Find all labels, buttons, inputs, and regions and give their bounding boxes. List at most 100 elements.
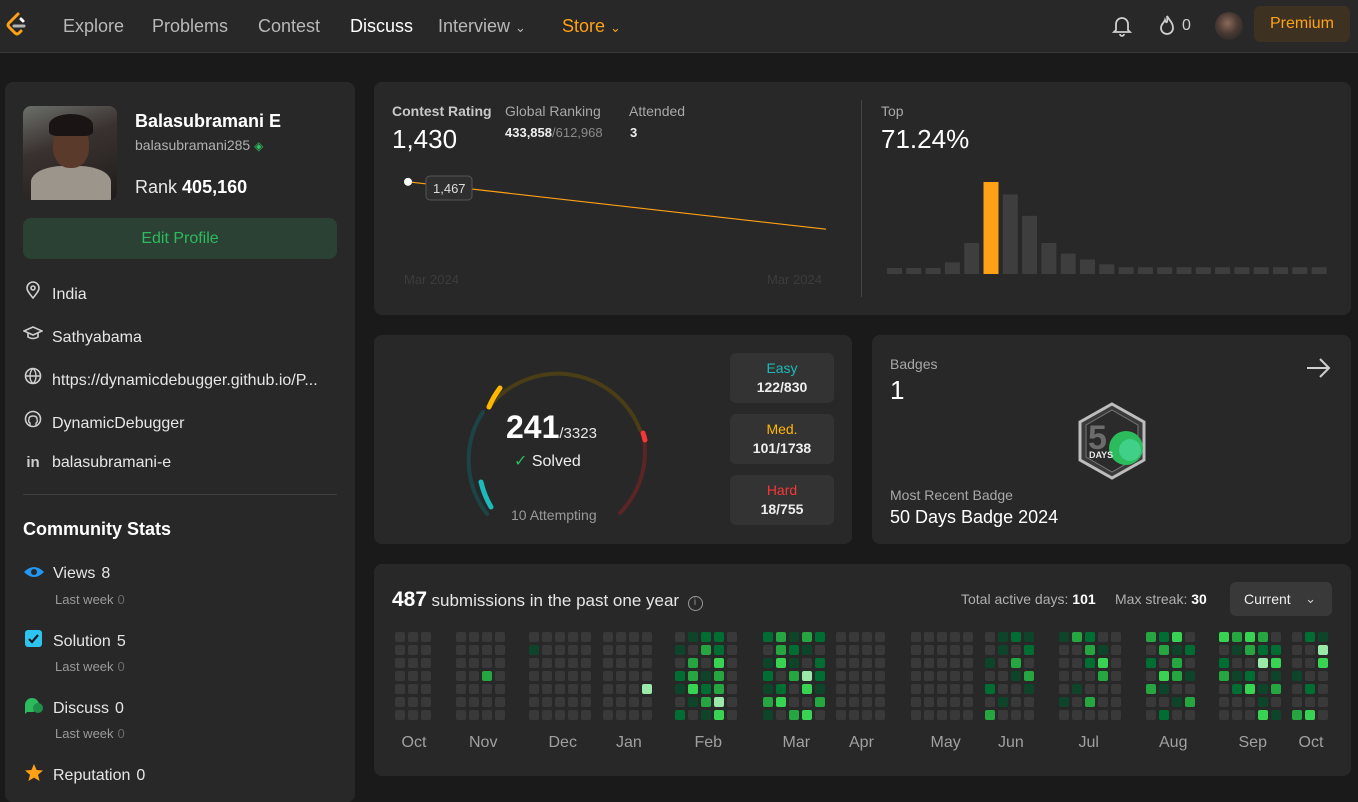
badge-50-days-icon[interactable]: 5 DAYS bbox=[1072, 400, 1152, 484]
heatmap-cell[interactable] bbox=[1318, 671, 1328, 681]
heatmap-cell[interactable] bbox=[776, 697, 786, 707]
heatmap-cell[interactable] bbox=[776, 658, 786, 668]
heatmap-cell[interactable] bbox=[937, 658, 947, 668]
heatmap-cell[interactable] bbox=[911, 697, 921, 707]
histogram-bar[interactable] bbox=[1080, 259, 1095, 274]
heatmap-cell[interactable] bbox=[701, 710, 711, 720]
heatmap-cell[interactable] bbox=[1098, 658, 1108, 668]
heatmap-cell[interactable] bbox=[849, 645, 859, 655]
heatmap-cell[interactable] bbox=[1024, 710, 1034, 720]
heatmap-cell[interactable] bbox=[688, 645, 698, 655]
heatmap-cell[interactable] bbox=[603, 684, 613, 694]
heatmap-cell[interactable] bbox=[1258, 697, 1268, 707]
heatmap-cell[interactable] bbox=[963, 684, 973, 694]
heatmap-cell[interactable] bbox=[849, 671, 859, 681]
heatmap-cell[interactable] bbox=[862, 671, 872, 681]
heatmap-cell[interactable] bbox=[1172, 697, 1182, 707]
heatmap-cell[interactable] bbox=[727, 671, 737, 681]
heatmap-cell[interactable] bbox=[1318, 658, 1328, 668]
heatmap-cell[interactable] bbox=[603, 632, 613, 642]
heatmap-cell[interactable] bbox=[1085, 645, 1095, 655]
heatmap-cell[interactable] bbox=[701, 697, 711, 707]
heatmap-cell[interactable] bbox=[603, 710, 613, 720]
heatmap-cell[interactable] bbox=[1085, 684, 1095, 694]
heatmap-cell[interactable] bbox=[395, 658, 405, 668]
heatmap-cell[interactable] bbox=[1219, 632, 1229, 642]
heatmap-cell[interactable] bbox=[1318, 645, 1328, 655]
heatmap-cell[interactable] bbox=[421, 671, 431, 681]
heatmap-cell[interactable] bbox=[1098, 684, 1108, 694]
heatmap-cell[interactable] bbox=[763, 710, 773, 720]
heatmap-cell[interactable] bbox=[1245, 710, 1255, 720]
heatmap-cell[interactable] bbox=[1072, 645, 1082, 655]
heatmap-cell[interactable] bbox=[1305, 671, 1315, 681]
heatmap-cell[interactable] bbox=[1111, 697, 1121, 707]
heatmap-cell[interactable] bbox=[542, 684, 552, 694]
heatmap-cell[interactable] bbox=[875, 658, 885, 668]
heatmap-cell[interactable] bbox=[408, 684, 418, 694]
heatmap-cell[interactable] bbox=[849, 710, 859, 720]
heatmap-cell[interactable] bbox=[875, 645, 885, 655]
heatmap-cell[interactable] bbox=[1219, 645, 1229, 655]
heatmap-cell[interactable] bbox=[629, 684, 639, 694]
histogram-bar[interactable] bbox=[1022, 215, 1038, 274]
website-link[interactable]: https://dynamicdebugger.github.io/P... bbox=[52, 372, 318, 389]
heatmap-cell[interactable] bbox=[581, 671, 591, 681]
heatmap-cell[interactable] bbox=[1111, 710, 1121, 720]
heatmap-cell[interactable] bbox=[1024, 671, 1034, 681]
heatmap-cell[interactable] bbox=[998, 658, 1008, 668]
edit-profile-button[interactable]: Edit Profile bbox=[23, 218, 337, 259]
heatmap-cell[interactable] bbox=[675, 645, 685, 655]
heatmap-cell[interactable] bbox=[1072, 684, 1082, 694]
heatmap-cell[interactable] bbox=[568, 710, 578, 720]
heatmap-cell[interactable] bbox=[688, 710, 698, 720]
heatmap-cell[interactable] bbox=[789, 645, 799, 655]
heatmap-cell[interactable] bbox=[675, 697, 685, 707]
heatmap-cell[interactable] bbox=[1159, 684, 1169, 694]
heatmap-cell[interactable] bbox=[1098, 710, 1108, 720]
heatmap-cell[interactable] bbox=[408, 697, 418, 707]
heatmap-cell[interactable] bbox=[568, 632, 578, 642]
heatmap-cell[interactable] bbox=[1258, 671, 1268, 681]
heatmap-cell[interactable] bbox=[1011, 671, 1021, 681]
heatmap-cell[interactable] bbox=[836, 710, 846, 720]
heatmap-cell[interactable] bbox=[998, 697, 1008, 707]
heatmap-cell[interactable] bbox=[1059, 632, 1069, 642]
heatmap-cell[interactable] bbox=[675, 658, 685, 668]
heatmap-cell[interactable] bbox=[1011, 684, 1021, 694]
heatmap-cell[interactable] bbox=[581, 697, 591, 707]
heatmap-cell[interactable] bbox=[629, 658, 639, 668]
rating-histogram[interactable] bbox=[884, 182, 1334, 294]
heatmap-cell[interactable] bbox=[985, 645, 995, 655]
linkedin-link[interactable]: balasubramani-e bbox=[52, 454, 171, 471]
heatmap-cell[interactable] bbox=[1172, 632, 1182, 642]
heatmap-cell[interactable] bbox=[456, 684, 466, 694]
heatmap-cell[interactable] bbox=[1072, 697, 1082, 707]
heatmap-cell[interactable] bbox=[815, 710, 825, 720]
heatmap-cell[interactable] bbox=[1318, 710, 1328, 720]
heatmap-cell[interactable] bbox=[963, 632, 973, 642]
heatmap-cell[interactable] bbox=[529, 671, 539, 681]
heatmap-cell[interactable] bbox=[701, 632, 711, 642]
heatmap-cell[interactable] bbox=[529, 632, 539, 642]
heatmap-cell[interactable] bbox=[616, 671, 626, 681]
heatmap-cell[interactable] bbox=[642, 697, 652, 707]
rating-chart[interactable]: 1,467 Mar 2024 Mar 2024 bbox=[392, 172, 842, 292]
heatmap-cell[interactable] bbox=[911, 645, 921, 655]
heatmap-cell[interactable] bbox=[1024, 697, 1034, 707]
heatmap-cell[interactable] bbox=[495, 684, 505, 694]
heatmap-cell[interactable] bbox=[815, 684, 825, 694]
heatmap-cell[interactable] bbox=[950, 632, 960, 642]
heatmap-cell[interactable] bbox=[1159, 645, 1169, 655]
heatmap-cell[interactable] bbox=[1292, 671, 1302, 681]
premium-button[interactable]: Premium bbox=[1254, 6, 1350, 42]
heatmap-cell[interactable] bbox=[1318, 697, 1328, 707]
heatmap-cell[interactable] bbox=[421, 658, 431, 668]
heatmap-cell[interactable] bbox=[924, 710, 934, 720]
heatmap-cell[interactable] bbox=[642, 671, 652, 681]
heatmap-cell[interactable] bbox=[1059, 645, 1069, 655]
heatmap-cell[interactable] bbox=[1219, 684, 1229, 694]
histogram-bar[interactable] bbox=[983, 182, 999, 274]
heatmap-cell[interactable] bbox=[714, 645, 724, 655]
heatmap-cell[interactable] bbox=[875, 710, 885, 720]
